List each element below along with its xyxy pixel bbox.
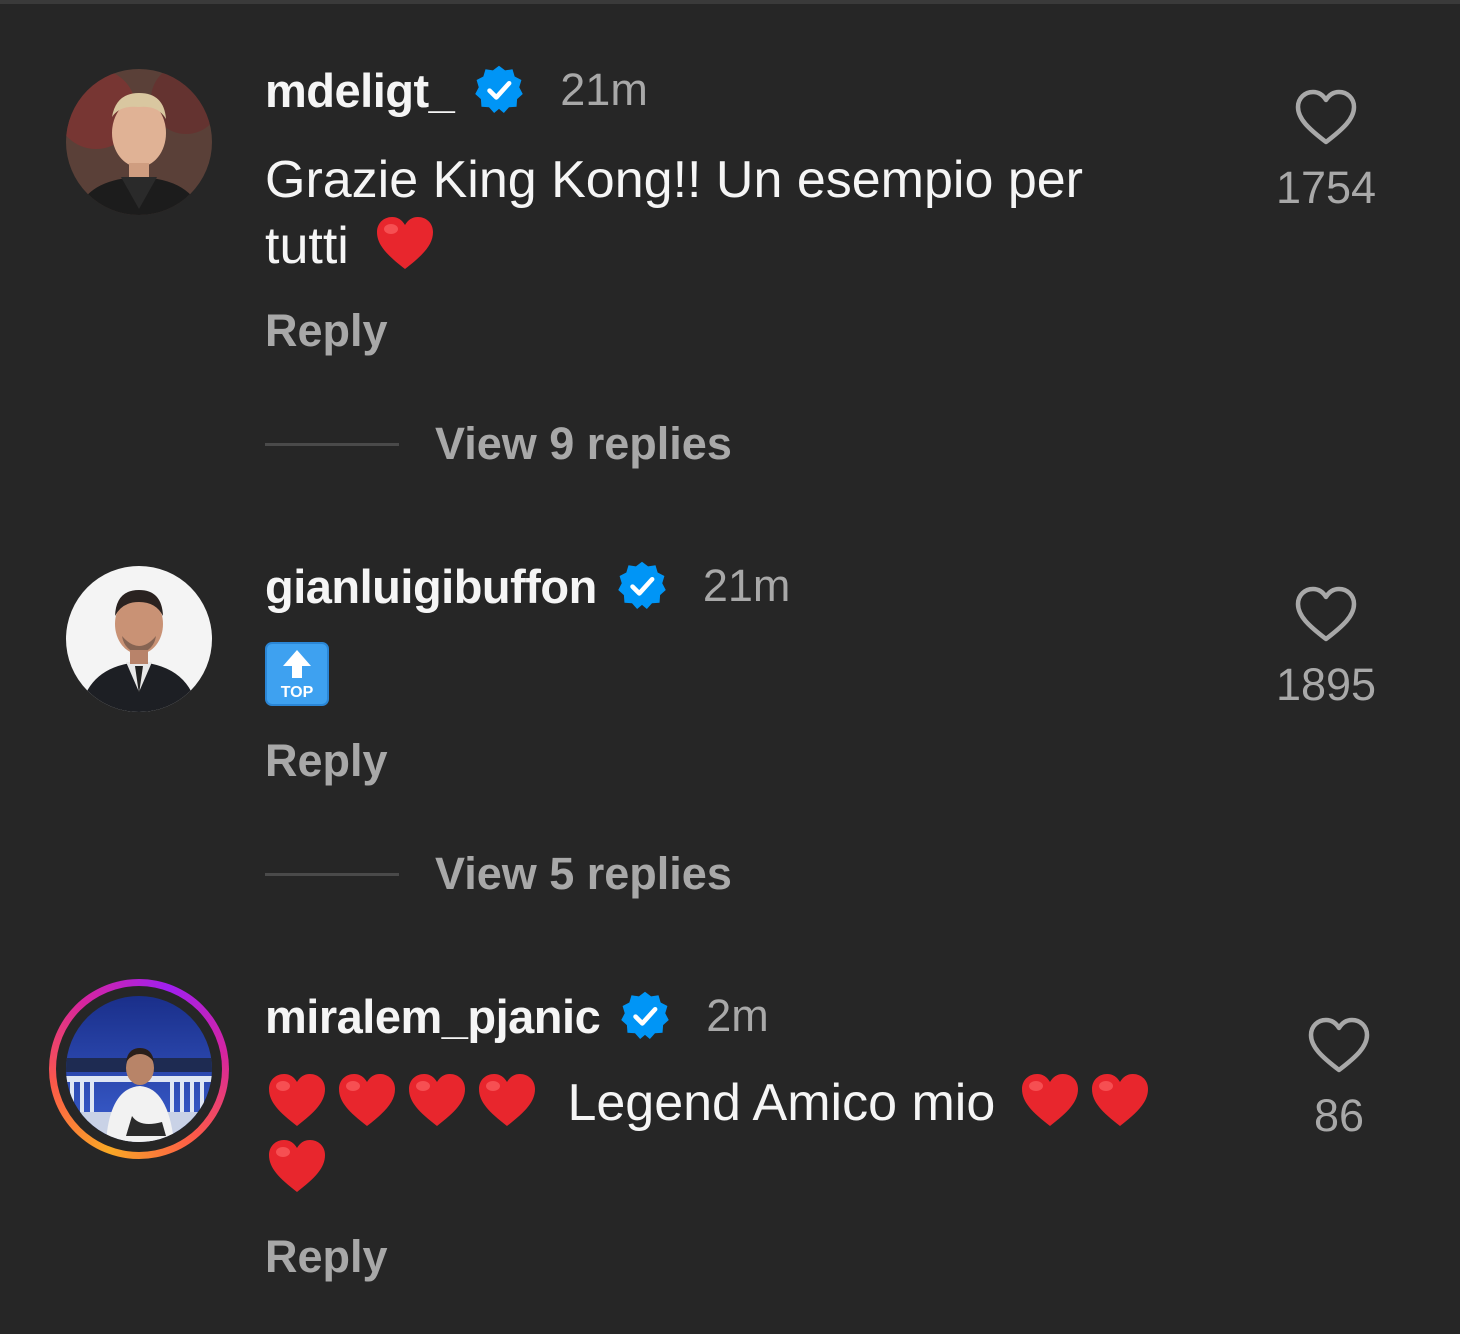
like-count: 1895 bbox=[1275, 659, 1377, 710]
red-heart-emoji bbox=[1091, 1074, 1148, 1126]
verified-badge-icon bbox=[475, 65, 524, 113]
comment-text: Legend Amico mio bbox=[265, 1070, 1225, 1202]
replies-divider bbox=[265, 442, 399, 446]
reply-button[interactable]: Reply bbox=[265, 305, 388, 357]
like-count: 86 bbox=[1313, 1090, 1365, 1141]
comment-header: gianluigibuffon 21m bbox=[265, 556, 790, 616]
verified-badge-icon bbox=[618, 561, 666, 609]
view-replies-label: View 5 replies bbox=[435, 848, 732, 899]
red-heart-emoji bbox=[377, 217, 434, 269]
red-heart-emoji bbox=[409, 1074, 465, 1126]
timestamp: 2m bbox=[706, 990, 769, 1041]
avatar[interactable] bbox=[66, 566, 212, 712]
username[interactable]: miralem_pjanic bbox=[265, 989, 601, 1044]
red-heart-emoji bbox=[269, 1074, 325, 1126]
view-replies-button[interactable]: View 9 replies bbox=[265, 414, 732, 474]
heart-outline-icon bbox=[1308, 1017, 1370, 1073]
comment-text-content: Legend Amico mio bbox=[567, 1074, 996, 1132]
red-heart-emoji bbox=[1021, 1074, 1078, 1126]
like-button[interactable]: 1754 bbox=[1251, 88, 1401, 214]
reply-button[interactable]: Reply bbox=[265, 735, 388, 787]
heart-outline-icon bbox=[1295, 586, 1357, 642]
username[interactable]: mdeligt_ bbox=[265, 63, 455, 118]
timestamp: 21m bbox=[560, 64, 648, 115]
comment-header: miralem_pjanic 2m bbox=[265, 986, 769, 1046]
view-replies-label: View 9 replies bbox=[435, 418, 732, 469]
avatar[interactable] bbox=[66, 996, 212, 1142]
avatar[interactable] bbox=[66, 69, 212, 215]
story-ring[interactable] bbox=[49, 979, 229, 1159]
comment-text: TOP bbox=[265, 642, 1205, 722]
like-count: 1754 bbox=[1275, 162, 1377, 213]
verified-badge-icon bbox=[621, 991, 669, 1039]
reply-button[interactable]: Reply bbox=[265, 1231, 388, 1283]
timestamp: 21m bbox=[702, 560, 791, 611]
username[interactable]: gianluigibuffon bbox=[265, 559, 597, 614]
top-arrow-emoji: TOP bbox=[265, 642, 329, 706]
comment-text: Grazie King Kong!! Un esempio per tutti bbox=[265, 147, 1165, 279]
red-heart-emoji bbox=[479, 1074, 535, 1126]
top-emoji-label: TOP bbox=[281, 684, 314, 701]
red-heart-emoji bbox=[269, 1140, 325, 1192]
red-heart-emoji bbox=[339, 1074, 395, 1126]
like-button[interactable]: 86 bbox=[1264, 1016, 1414, 1142]
view-replies-button[interactable]: View 5 replies bbox=[265, 844, 732, 904]
replies-divider bbox=[265, 872, 399, 876]
comment-header: mdeligt_ 21m bbox=[265, 60, 648, 120]
heart-outline-icon bbox=[1295, 89, 1357, 145]
like-button[interactable]: 1895 bbox=[1251, 585, 1401, 711]
top-divider bbox=[0, 0, 1460, 4]
